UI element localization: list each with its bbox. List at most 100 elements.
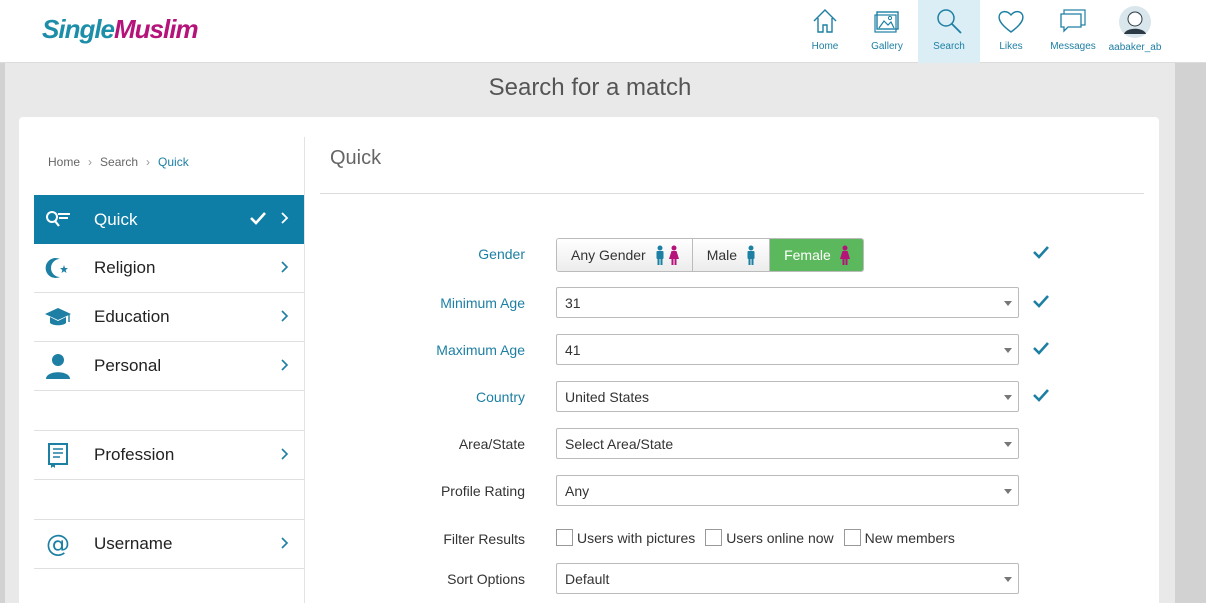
female-icon (839, 245, 850, 265)
heart-icon (998, 10, 1024, 33)
sidebar-item-profession[interactable]: Profession (34, 431, 304, 480)
gender-any-button[interactable]: Any Gender (557, 239, 693, 271)
brand-logo[interactable]: SingleMuslim (42, 14, 199, 45)
area-select[interactable]: Select Area/State (556, 428, 1019, 459)
avatar-icon (1119, 6, 1151, 38)
chevron-right-icon (281, 212, 289, 224)
caret-down-icon (1004, 348, 1012, 353)
top-bar: SingleMuslim Home Gallery Search Likes M… (0, 0, 1206, 63)
nav-home[interactable]: Home (794, 0, 856, 63)
search-sidebar: Quick Religion Education Personal Profes… (34, 195, 304, 569)
at-sign-icon: @ (46, 530, 70, 558)
breadcrumb-current: Quick (158, 155, 189, 169)
caret-down-icon (1004, 577, 1012, 582)
sidebar-item-label: Username (94, 534, 173, 553)
rating-select[interactable]: Any (556, 475, 1019, 506)
nav-messages-label: Messages (1050, 41, 1096, 52)
max-age-label: Maximum Age (436, 342, 525, 358)
gender-male-label: Male (706, 247, 738, 263)
section-title: Quick (330, 147, 382, 169)
search-icon (937, 9, 962, 34)
gender-row: Gender Any Gender Male Female (339, 238, 1099, 272)
rating-row: Profile Rating Any (339, 475, 1099, 507)
sidebar-item-personal[interactable]: Personal (34, 342, 304, 391)
min-age-row: Minimum Age 31 (339, 287, 1099, 319)
female-icon (668, 245, 679, 265)
sidebar-item-quick[interactable]: Quick (34, 195, 304, 244)
max-age-select[interactable]: 41 (556, 334, 1019, 365)
chevron-right-icon: › (146, 155, 151, 169)
filter-online-checkbox[interactable]: Users online now (705, 529, 834, 546)
page-title: Search for a match (488, 74, 692, 101)
caret-down-icon (1004, 395, 1012, 400)
breadcrumb: Home › Search › Quick (48, 155, 189, 169)
svg-text:@: @ (46, 530, 70, 558)
min-age-label: Minimum Age (440, 295, 525, 311)
sidebar-item-label: Religion (94, 258, 156, 277)
main-nav: Home Gallery Search Likes Messages aabak… (794, 0, 1166, 63)
area-row: Area/State Select Area/State (339, 428, 1099, 460)
person-icon (46, 354, 70, 379)
nav-profile-label: aabaker_ab (1108, 42, 1162, 53)
caret-down-icon (1004, 301, 1012, 306)
breadcrumb-home[interactable]: Home (48, 155, 80, 169)
min-age-select[interactable]: 31 (556, 287, 1019, 318)
filter-new-label: New members (864, 529, 955, 546)
graduation-cap-icon (45, 308, 71, 326)
country-label: Country (475, 389, 525, 405)
filter-row: Filter Results Users with pictures Users… (339, 523, 1099, 555)
male-icon (656, 245, 664, 265)
filter-new-checkbox[interactable]: New members (843, 529, 955, 546)
checkbox-box[interactable] (843, 529, 861, 546)
sidebar-item-education[interactable]: Education (34, 293, 304, 342)
sidebar-item-label: Quick (94, 209, 138, 229)
sort-select[interactable]: Default (556, 563, 1019, 594)
chevron-right-icon (281, 448, 289, 460)
caret-down-icon (1004, 442, 1012, 447)
sort-label: Sort Options (447, 571, 525, 587)
sidebar-item-religion[interactable]: Religion (34, 244, 304, 293)
sort-value: Default (565, 571, 610, 587)
gender-female-button[interactable]: Female (770, 239, 863, 271)
nav-search[interactable]: Search (918, 0, 980, 63)
brand-logo-part2: Muslim (114, 14, 199, 44)
sidebar-item-label: Education (94, 307, 170, 326)
gallery-icon (874, 11, 899, 33)
nav-gallery-label: Gallery (871, 41, 903, 52)
home-icon (813, 9, 837, 33)
caret-down-icon (1004, 489, 1012, 494)
chevron-right-icon: › (88, 155, 93, 169)
search-card: Home › Search › Quick Quick Religion Edu… (19, 117, 1159, 603)
gender-female-label: Female (784, 247, 831, 263)
checkbox-box[interactable] (556, 529, 573, 546)
nav-likes[interactable]: Likes (980, 0, 1042, 63)
max-age-row: Maximum Age 41 (339, 334, 1099, 366)
brand-logo-part1: Single (42, 14, 115, 44)
messages-icon (1060, 9, 1086, 33)
nav-profile[interactable]: aabaker_ab (1104, 0, 1166, 63)
rating-label: Profile Rating (440, 483, 525, 499)
gender-any-label: Any Gender (571, 247, 646, 263)
filter-checkboxes: Users with pictures Users online now New… (556, 529, 955, 546)
nav-search-label: Search (933, 41, 965, 52)
checkbox-box[interactable] (705, 529, 723, 546)
gender-label: Gender (478, 246, 525, 262)
filter-pictures-label: Users with pictures (577, 529, 696, 546)
country-row: Country United States (339, 381, 1099, 413)
breadcrumb-search[interactable]: Search (100, 155, 138, 169)
rating-value: Any (565, 483, 590, 499)
nav-messages[interactable]: Messages (1042, 0, 1104, 63)
left-edge (0, 63, 5, 603)
gender-male-button[interactable]: Male (692, 239, 771, 271)
nav-gallery[interactable]: Gallery (856, 0, 918, 63)
chevron-right-icon (281, 310, 289, 322)
filter-label: Filter Results (443, 531, 525, 547)
filter-online-label: Users online now (726, 529, 834, 546)
sidebar-item-username[interactable]: @ Username (34, 520, 304, 569)
area-label: Area/State (458, 436, 525, 452)
filter-pictures-checkbox[interactable]: Users with pictures (556, 529, 695, 546)
country-select[interactable]: United States (556, 381, 1019, 412)
check-icon (1033, 295, 1049, 308)
check-icon (1033, 342, 1049, 355)
sidebar-item-label: Profession (94, 445, 175, 464)
